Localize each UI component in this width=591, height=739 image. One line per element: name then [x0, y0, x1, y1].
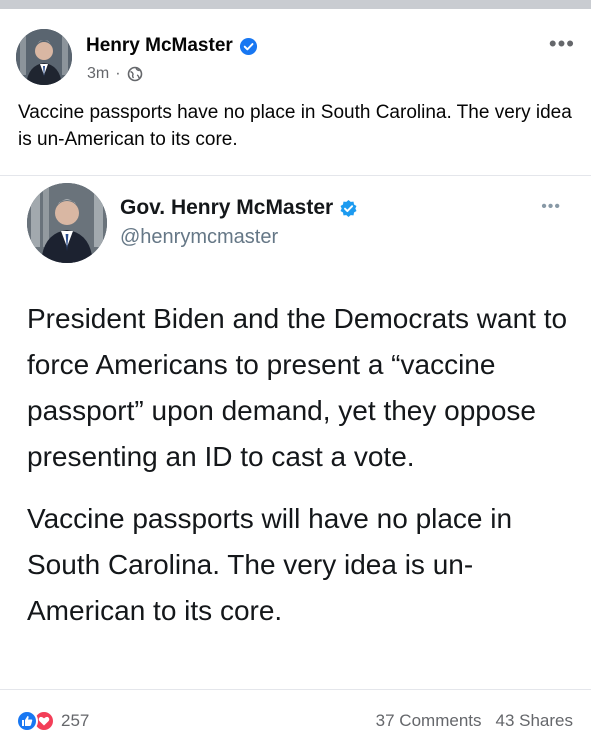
- tweet-author-name[interactable]: Gov. Henry McMaster: [120, 196, 333, 220]
- post-options-button[interactable]: •••: [549, 33, 575, 55]
- post-meta: 3m ·: [87, 65, 143, 83]
- tweet-body: President Biden and the Democrats want t…: [27, 296, 572, 650]
- thumbs-up-icon: [16, 710, 38, 732]
- tweet-paragraph: Vaccine passports will have no place in …: [27, 503, 513, 626]
- engagement-stats: 37 Comments 43 Shares: [376, 711, 573, 731]
- shares-link[interactable]: 43 Shares: [496, 711, 574, 731]
- author-avatar[interactable]: [16, 29, 72, 85]
- tweet-paragraph: President Biden and the Democrats want t…: [27, 303, 568, 472]
- post-header: Henry McMaster 3m · •••: [0, 9, 591, 94]
- tweet-avatar[interactable]: [27, 183, 107, 263]
- author-line: Henry McMaster: [86, 35, 258, 57]
- tweet-options-button[interactable]: •••: [541, 198, 561, 216]
- post-timestamp[interactable]: 3m: [87, 65, 109, 83]
- reactions-summary[interactable]: 257: [16, 710, 89, 732]
- top-divider-strip: [0, 0, 591, 9]
- reaction-count: 257: [61, 711, 90, 730]
- verified-badge-icon: [239, 37, 258, 56]
- embedded-tweet[interactable]: Gov. Henry McMaster @henrymcmaster ••• P…: [0, 175, 591, 687]
- meta-separator: ·: [115, 65, 121, 82]
- globe-icon[interactable]: [127, 66, 143, 82]
- comments-link[interactable]: 37 Comments: [376, 711, 482, 731]
- verified-badge-icon: [339, 199, 358, 218]
- author-name[interactable]: Henry McMaster: [86, 35, 233, 57]
- post-text: Vaccine passports have no place in South…: [18, 102, 572, 150]
- post-footer: 257 37 Comments 43 Shares: [0, 689, 591, 739]
- tweet-handle[interactable]: @henrymcmaster: [120, 226, 278, 249]
- tweet-author-line: Gov. Henry McMaster: [120, 196, 358, 220]
